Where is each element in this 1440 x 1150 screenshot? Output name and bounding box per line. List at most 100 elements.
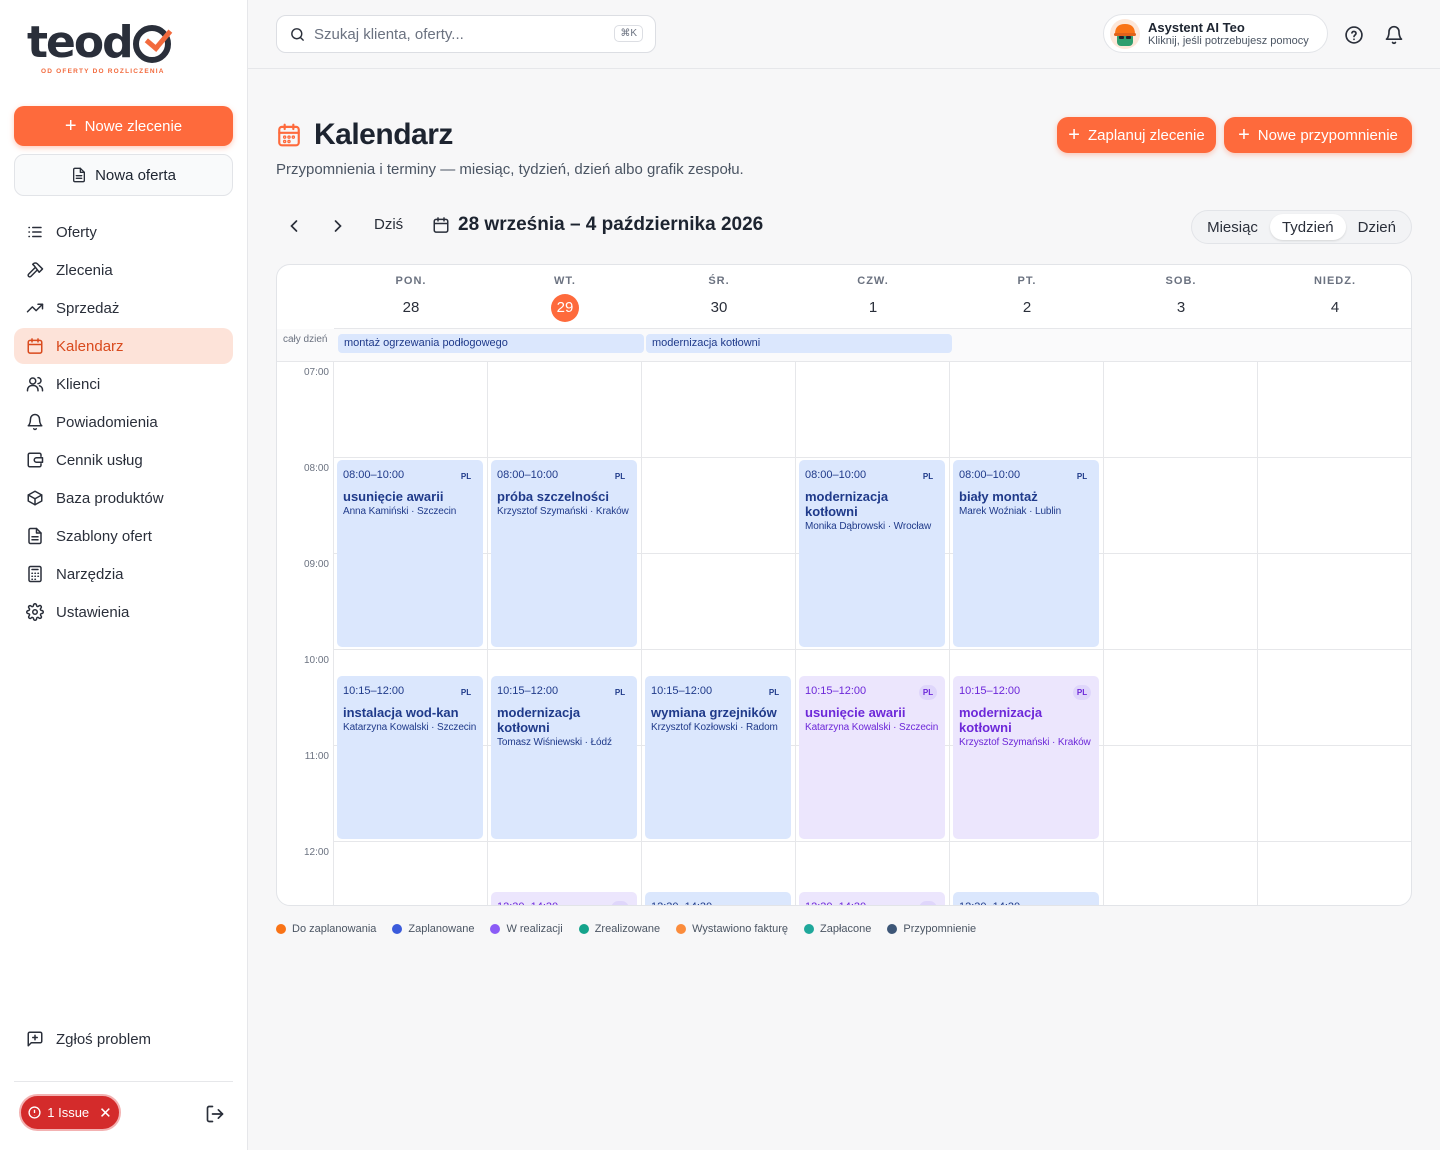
- sidebar-item-label: Kalendarz: [56, 337, 124, 355]
- day-name: PON.: [395, 275, 427, 287]
- event-client: Marek Woźniak · Lublin: [959, 506, 1062, 517]
- calendar-event[interactable]: 10:15–12:00 PL modernizacja kotłowni Tomasz…: [491, 676, 637, 839]
- day-header[interactable]: ŚR. 30: [642, 265, 796, 329]
- sidebar-item-sprzedaz[interactable]: Sprzedaż: [14, 290, 233, 326]
- day-header[interactable]: CZW. 1: [796, 265, 950, 329]
- plan-order-button[interactable]: + Zaplanuj zlecenie: [1057, 117, 1216, 153]
- event-tag: PL: [1073, 901, 1091, 905]
- assistant-hint: Kliknij, jeśli potrzebujesz pomocy: [1148, 34, 1309, 47]
- event-client: Katarzyna Kowalski · Szczecin: [343, 722, 477, 733]
- calendar-icon: [278, 123, 300, 147]
- gear-icon: [26, 603, 44, 621]
- search-box[interactable]: ⌘K: [276, 15, 656, 53]
- new-order-button[interactable]: + Nowe zlecenie: [14, 106, 233, 146]
- sidebar-item-klienci[interactable]: Klienci: [14, 366, 233, 402]
- view-option-tydzien[interactable]: Tydzień: [1269, 214, 1346, 240]
- day-name: ŚR.: [708, 275, 730, 287]
- logout-icon[interactable]: [205, 1104, 225, 1124]
- calendar-event[interactable]: 12:30–14:30PL: [645, 892, 791, 905]
- logo-wordmark: teod: [27, 17, 134, 68]
- calendar-event[interactable]: 10:15–12:00 PL usunięcie awarii Katarzyna K…: [799, 676, 945, 839]
- allday-event[interactable]: modernizacja kotłowni: [646, 334, 952, 353]
- allday-event[interactable]: montaż ogrzewania podłogowego: [338, 334, 644, 353]
- sidebar-item-ustawienia[interactable]: Ustawienia: [14, 594, 233, 630]
- today-button[interactable]: Dziś: [374, 216, 403, 233]
- calculator-icon: [28, 565, 42, 583]
- chevron-left-icon[interactable]: [284, 216, 304, 236]
- event-title: usunięcie awarii: [343, 489, 444, 504]
- day-header[interactable]: PON. 28: [334, 265, 488, 329]
- brand-logo[interactable]: teod OD OFERTY DO ROZLICZENIA: [27, 20, 187, 80]
- calendar-event[interactable]: 12:30–14:30PL: [799, 892, 945, 905]
- close-icon[interactable]: ✕: [99, 1104, 112, 1122]
- legend-item: W realizacji: [490, 923, 563, 935]
- event-time: 12:30–14:30: [651, 900, 785, 905]
- sidebar-item-zlecenia[interactable]: Zlecenia: [14, 252, 233, 288]
- calendar-event[interactable]: 08:00–10:00 PL modernizacja kotłowni Monika…: [799, 460, 945, 647]
- view-option-dzien[interactable]: Dzień: [1346, 214, 1408, 240]
- day-name: WT.: [554, 275, 576, 287]
- hour-gridline: [334, 649, 1411, 650]
- report-problem-label: Zgłoś problem: [56, 1030, 152, 1048]
- hour-label: 09:00: [303, 559, 329, 570]
- plan-order-label: Zaplanuj zlecenie: [1087, 126, 1205, 144]
- ai-assistant-button[interactable]: Asystent AI Teo Kliknij, jeśli potrzebuj…: [1103, 14, 1328, 53]
- list-icon: [28, 226, 42, 238]
- sidebar-item-oferty[interactable]: Oferty: [14, 214, 233, 250]
- sidebar-item-powiadomienia[interactable]: Powiadomienia: [14, 404, 233, 440]
- day-column-divider: [487, 362, 488, 905]
- users-icon: [26, 376, 44, 392]
- day-column-divider: [641, 362, 642, 905]
- search-input[interactable]: [314, 25, 604, 43]
- sidebar-item-label: Powiadomienia: [56, 413, 158, 431]
- sidebar-item-kalendarz[interactable]: Kalendarz: [14, 328, 233, 364]
- calendar-event[interactable]: 12:30–14:30PL: [953, 892, 1099, 905]
- legend-item: Zrealizowane: [578, 923, 660, 935]
- hour-gridline: [334, 841, 1411, 842]
- page-subtitle: Przypomnienia i terminy — miesiąc, tydzi…: [276, 161, 744, 178]
- time-grid: 07:00 08:00 09:00 10:00 11:00 12:00 08:00–10:0…: [277, 362, 1411, 905]
- bell-icon: [27, 413, 43, 431]
- legend-label: Przypomnienie: [903, 923, 977, 935]
- logo-check-icon: [132, 25, 171, 63]
- day-header[interactable]: WT. 29: [488, 265, 642, 329]
- day-number-today: 29: [551, 294, 579, 322]
- event-tag: PL: [614, 472, 626, 481]
- day-name: NIEDZ.: [1313, 275, 1357, 287]
- event-client: Tomasz Wiśniewski · Łódź: [497, 737, 612, 748]
- new-reminder-button[interactable]: + Nowe przypomnienie: [1224, 117, 1412, 153]
- day-header[interactable]: NIEDZ. 4: [1258, 265, 1411, 329]
- calendar-event[interactable]: 10:15–12:00 PL wymiana grzejników Krzysztof…: [645, 676, 791, 839]
- day-header[interactable]: SOB. 3: [1104, 265, 1258, 329]
- report-problem-button[interactable]: Zgłoś problem: [26, 1030, 151, 1048]
- bell-icon[interactable]: [1384, 25, 1404, 45]
- event-client: Krzysztof Szymański · Kraków: [497, 506, 629, 517]
- event-tag: PL: [922, 472, 934, 481]
- help-icon[interactable]: [1344, 25, 1364, 45]
- sidebar-item-label: Narzędzia: [56, 565, 124, 583]
- chevron-right-icon[interactable]: [328, 216, 348, 236]
- calendar-event[interactable]: 08:00–10:00 PL biały montaż Marek Woźniak ·…: [953, 460, 1099, 647]
- sidebar-item-label: Oferty: [56, 223, 97, 241]
- calendar-event[interactable]: 08:00–10:00 PL próba szczelności Krzysztof …: [491, 460, 637, 647]
- sidebar-item-szablony-ofert[interactable]: Szablony ofert: [14, 518, 233, 554]
- issue-badge[interactable]: 1 Issue ✕: [19, 1094, 121, 1131]
- sidebar-item-cennik-uslug[interactable]: Cennik usług: [14, 442, 233, 478]
- sidebar-item-baza-produktow[interactable]: Baza produktów: [14, 480, 233, 516]
- new-order-label: Nowe zlecenie: [84, 117, 183, 135]
- view-option-miesiac[interactable]: Miesiąc: [1195, 214, 1270, 240]
- legend-item: Do zaplanowania: [276, 923, 376, 935]
- sidebar: teod OD OFERTY DO ROZLICZENIA + Nowe zle…: [0, 0, 248, 1150]
- sidebar-item-label: Ustawienia: [56, 603, 130, 621]
- sidebar-item-narzedzia[interactable]: Narzędzia: [14, 556, 233, 592]
- calendar-event[interactable]: 08:00–10:00 PL usunięcie awarii Anna Kamińs…: [337, 460, 483, 647]
- day-header[interactable]: PT. 2: [950, 265, 1104, 329]
- calendar-event[interactable]: 10:15–12:00 PL modernizacja kotłowni Krzysz…: [953, 676, 1099, 839]
- calendar-event[interactable]: 12:30–14:30PL: [491, 892, 637, 905]
- plus-icon: +: [1238, 124, 1250, 146]
- new-offer-button[interactable]: Nowa oferta: [14, 154, 233, 196]
- calendar-event[interactable]: 10:15–12:00 PL instalacja wod-kan Katarzyna…: [337, 676, 483, 839]
- calendar-icon: [433, 217, 449, 233]
- hour-label: 08:00: [303, 463, 329, 474]
- hammer-icon: [27, 262, 44, 278]
